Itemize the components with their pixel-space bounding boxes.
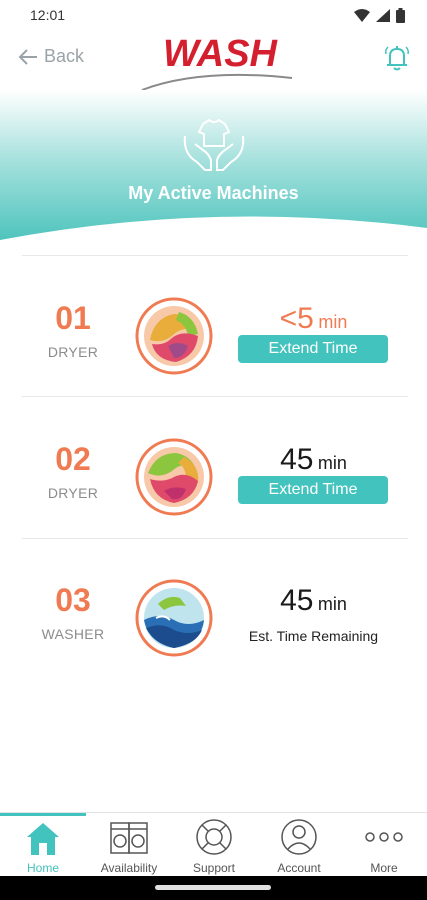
machine-number: 02 <box>55 441 91 477</box>
tab-label: Availability <box>100 861 158 875</box>
divider <box>22 396 408 397</box>
tab-account[interactable]: Account <box>256 813 342 877</box>
dryer-drum-icon <box>135 438 213 516</box>
signal-icon <box>376 9 390 22</box>
status-bar: 12:01 <box>0 0 427 30</box>
time-value: <5 <box>279 302 314 335</box>
time-value: 45 <box>280 443 314 476</box>
tab-label: More <box>370 861 398 875</box>
active-tab-indicator <box>0 813 86 816</box>
machine-row-01[interactable]: 01 DRYER <5 min Extend Time <box>0 278 427 418</box>
tab-label: Account <box>277 861 321 875</box>
divider <box>22 255 408 256</box>
tab-availability[interactable]: Availability <box>86 813 172 877</box>
back-label: Back <box>44 46 85 66</box>
home-gesture-handle[interactable] <box>155 885 271 890</box>
dryer-drum-icon <box>135 297 213 375</box>
tab-label: Support <box>192 861 236 875</box>
time-remaining: 45 min <box>236 443 391 477</box>
back-button[interactable]: Back <box>18 46 84 67</box>
user-icon <box>281 819 317 855</box>
tab-label: Home <box>26 861 59 875</box>
arrow-left-icon <box>18 48 37 65</box>
time-value: 45 <box>280 584 314 617</box>
time-unit: min <box>317 594 347 614</box>
est-time-caption: Est. Time Remaining <box>248 628 379 644</box>
tab-support[interactable]: Support <box>171 813 257 877</box>
app-header: Back WASH <box>0 30 427 91</box>
machine-type: WASHER <box>41 626 105 642</box>
status-icons <box>354 8 405 23</box>
bottom-tab-bar: Home Availability Support Account More <box>0 812 427 877</box>
battery-icon <box>396 8 405 23</box>
washer-dryer-icon <box>110 822 148 854</box>
machine-type: DRYER <box>47 344 99 360</box>
machine-number: 03 <box>55 582 91 618</box>
system-nav-bar <box>0 876 427 900</box>
time-unit: min <box>318 312 348 332</box>
wash-logo: WASH <box>141 33 293 91</box>
wifi-icon <box>354 9 370 22</box>
home-icon <box>27 823 59 855</box>
machine-type: DRYER <box>47 485 99 501</box>
machine-number: 01 <box>55 300 91 336</box>
time-remaining: 45 min <box>236 584 391 618</box>
logo-text: WASH <box>163 33 279 75</box>
hands-shirt-icon <box>183 118 245 171</box>
time-unit: min <box>317 453 347 473</box>
washer-drum-icon <box>135 579 213 657</box>
time-remaining: <5 min <box>236 302 391 336</box>
extend-time-button[interactable]: Extend Time <box>238 476 388 504</box>
notification-bell-icon[interactable] <box>381 42 413 74</box>
extend-time-button[interactable]: Extend Time <box>238 335 388 363</box>
tab-home[interactable]: Home <box>0 813 86 877</box>
machine-row-03[interactable]: 03 WASHER 45 min Est. Time Remaining <box>0 560 427 700</box>
more-dots-icon <box>365 832 403 842</box>
tab-more[interactable]: More <box>341 813 427 877</box>
divider <box>22 538 408 539</box>
page-title: My Active Machines <box>128 183 299 203</box>
lifebuoy-icon <box>196 819 232 855</box>
status-time: 12:01 <box>30 7 66 23</box>
